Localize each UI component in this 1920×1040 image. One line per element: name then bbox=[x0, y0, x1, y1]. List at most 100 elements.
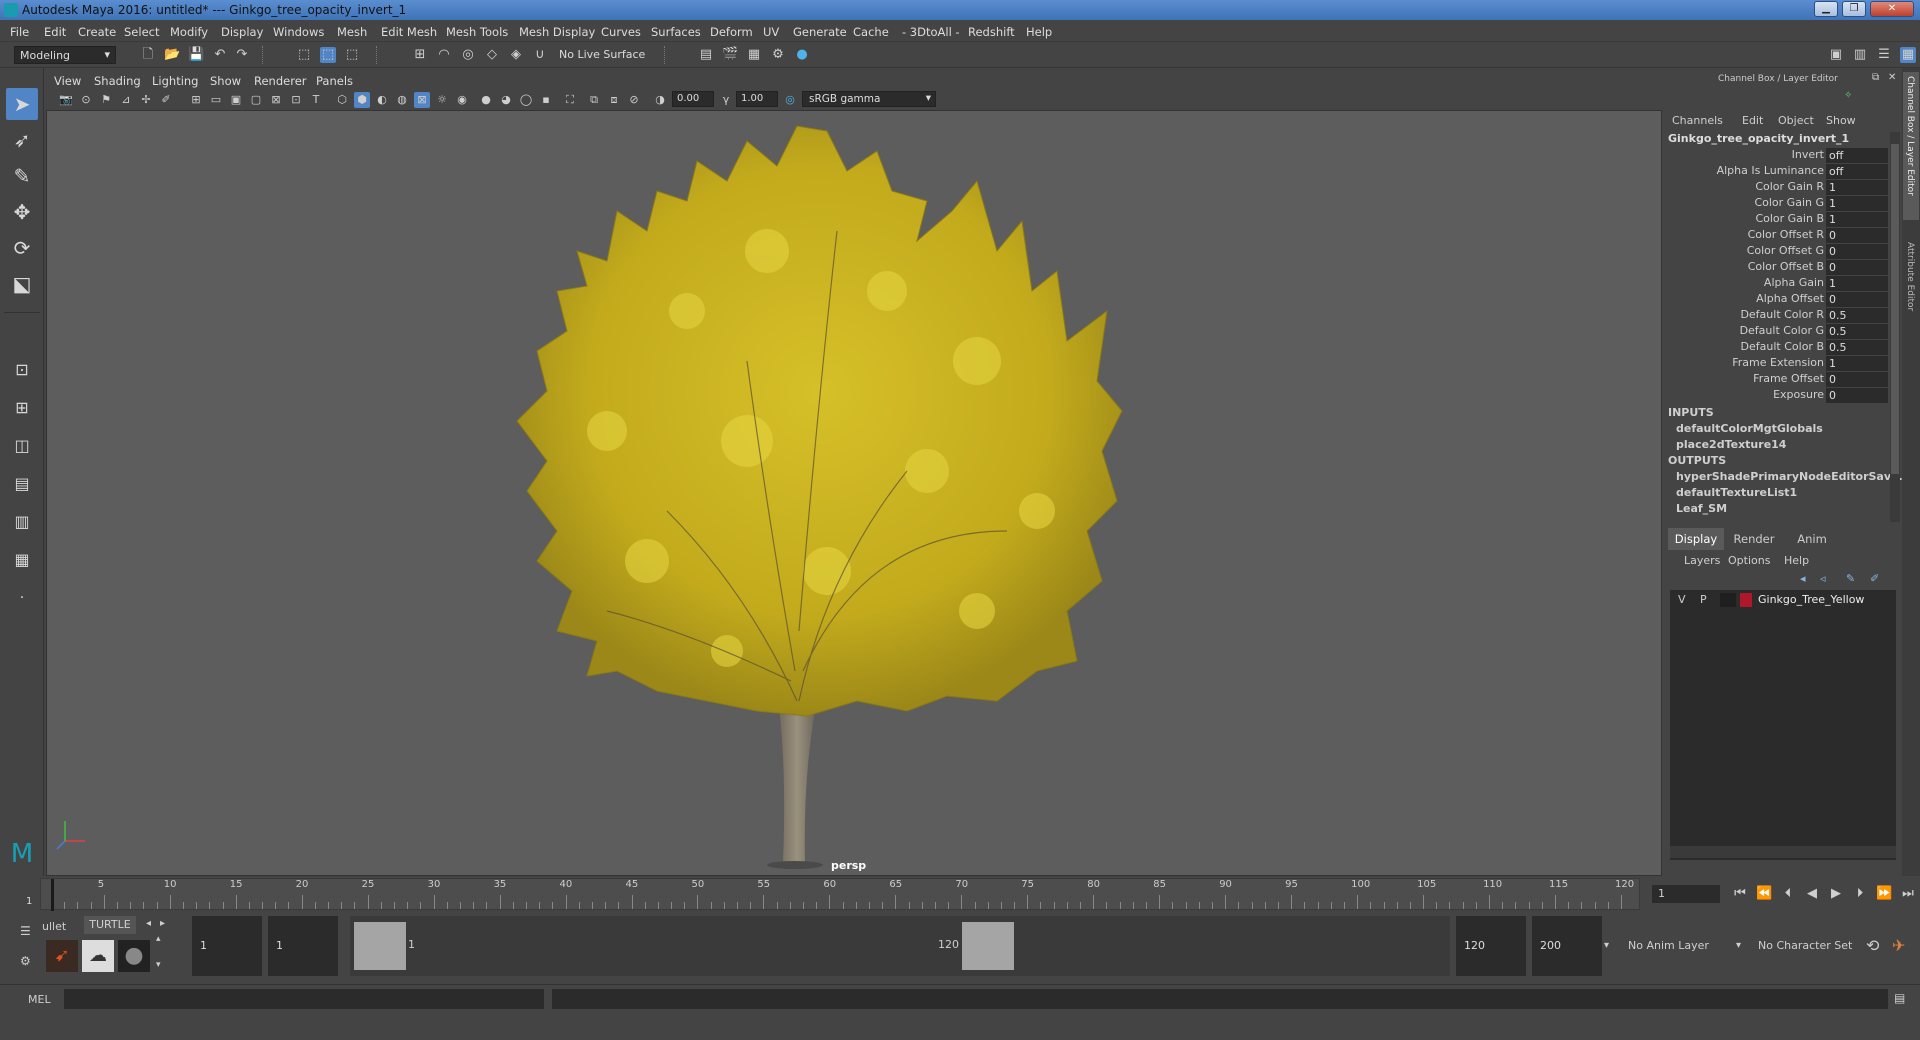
tab-render[interactable]: Render bbox=[1726, 528, 1782, 550]
shelf-scroll-down-icon[interactable]: ▾ bbox=[156, 960, 161, 970]
turtle-bake-icon[interactable]: ☁ bbox=[82, 940, 114, 972]
step-back-key-icon[interactable]: ⏪ bbox=[1756, 886, 1772, 902]
ipr-render-icon[interactable]: ▦ bbox=[746, 47, 762, 63]
menu-mesh-tools[interactable]: Mesh Tools bbox=[446, 25, 508, 39]
move-tool-icon[interactable]: ✥ bbox=[6, 196, 38, 228]
attribute-row[interactable]: Invert off bbox=[1668, 148, 1890, 163]
rotate-tool-icon[interactable]: ⟳ bbox=[6, 232, 38, 264]
maximize-button[interactable]: ❐ bbox=[1842, 1, 1866, 17]
lasso-tool-icon[interactable]: ➶ bbox=[6, 124, 38, 156]
hypershade-icon[interactable]: ● bbox=[794, 47, 810, 63]
gamma-field[interactable]: 1.00 bbox=[736, 91, 778, 107]
hypershade-layout-icon[interactable]: ▦ bbox=[6, 544, 38, 576]
camera-attributes-icon[interactable]: ⊙ bbox=[78, 92, 94, 108]
attribute-row[interactable]: Color Gain B1 bbox=[1668, 212, 1890, 227]
snap-curve-icon[interactable]: ◠ bbox=[436, 47, 452, 63]
single-perspective-layout-icon[interactable]: ⊡ bbox=[6, 354, 38, 386]
shelf-scroll-left-icon[interactable]: ◂ bbox=[146, 918, 151, 929]
shelf-tab-bullet[interactable]: ullet bbox=[42, 920, 66, 933]
layer-visibility-toggle[interactable]: V bbox=[1678, 593, 1686, 606]
persp-graph-layout-icon[interactable]: ▤ bbox=[6, 468, 38, 500]
scrollbar-thumb[interactable] bbox=[1891, 144, 1899, 474]
grid-icon[interactable]: ⊞ bbox=[188, 92, 204, 108]
menu-cache[interactable]: Cache bbox=[853, 25, 889, 39]
color-space-dropdown[interactable]: sRGB gamma ▾ bbox=[802, 91, 936, 107]
go-to-start-icon[interactable]: ⏮ bbox=[1732, 886, 1748, 902]
menu-create[interactable]: Create bbox=[78, 25, 116, 39]
undo-icon[interactable]: ↶ bbox=[212, 47, 228, 63]
turtle-sphere-icon[interactable]: ● bbox=[118, 940, 150, 972]
attribute-row[interactable]: Alpha Is Luminance off bbox=[1668, 164, 1890, 179]
textured-icon[interactable]: ⊠ bbox=[414, 92, 430, 108]
input-node[interactable]: defaultColorMgtGlobals bbox=[1676, 422, 1823, 435]
motion-blur-icon[interactable]: ◕ bbox=[498, 92, 514, 108]
menu-windows[interactable]: Windows bbox=[273, 25, 324, 39]
select-component-icon[interactable]: ⬚ bbox=[344, 47, 360, 63]
isolate-select-icon[interactable]: ⛶ bbox=[562, 92, 578, 108]
attribute-row[interactable]: Color Gain G1 bbox=[1668, 196, 1890, 211]
shelf-settings-icon[interactable]: ⚙ bbox=[20, 954, 31, 968]
select-object-icon[interactable]: ⬚ bbox=[320, 47, 336, 63]
turtle-render-icon[interactable]: ➹ bbox=[46, 940, 78, 972]
attribute-editor-side-tab[interactable]: Attribute Editor bbox=[1903, 238, 1919, 328]
snap-grid-icon[interactable]: ⊞ bbox=[412, 47, 428, 63]
exposure-field[interactable]: 0.00 bbox=[672, 91, 714, 107]
field-chart-icon[interactable]: ⊠ bbox=[268, 92, 284, 108]
layer-playback-toggle[interactable]: P bbox=[1700, 593, 1707, 606]
four-view-layout-icon[interactable]: ⊞ bbox=[6, 392, 38, 424]
magnet-icon[interactable]: ∪ bbox=[532, 47, 548, 63]
animation-end-field[interactable]: 200 bbox=[1532, 916, 1602, 976]
render-settings-icon[interactable]: ⚙ bbox=[770, 47, 786, 63]
menu-deform[interactable]: Deform bbox=[710, 25, 753, 39]
menu-mesh-display[interactable]: Mesh Display bbox=[519, 25, 595, 39]
attribute-row[interactable]: Default Color G 0.5 bbox=[1668, 324, 1890, 339]
color-management-icon[interactable]: ◎ bbox=[782, 92, 798, 108]
depth-of-field-icon[interactable]: ▪ bbox=[538, 92, 554, 108]
layer-name[interactable]: Ginkgo_Tree_Yellow bbox=[1758, 593, 1864, 606]
image-plane-icon[interactable]: ⊿ bbox=[118, 92, 134, 108]
xray-active-icon[interactable]: ⧈ bbox=[606, 92, 622, 108]
viewport-menu-view[interactable]: View bbox=[54, 74, 81, 88]
step-forward-key-icon[interactable]: ⏩ bbox=[1876, 886, 1892, 902]
playback-start-field[interactable]: 1 bbox=[268, 916, 338, 976]
film-gate-icon[interactable]: ▭ bbox=[208, 92, 224, 108]
attribute-row[interactable]: Color Offset R0 bbox=[1668, 228, 1890, 243]
gate-mask-icon[interactable]: ▢ bbox=[248, 92, 264, 108]
menu-file[interactable]: File bbox=[10, 25, 29, 39]
resolution-gate-icon[interactable]: ▣ bbox=[228, 92, 244, 108]
default-material-icon[interactable]: ◐ bbox=[374, 92, 390, 108]
backface-icon[interactable]: ⊘ bbox=[626, 92, 642, 108]
move-layer-down-icon[interactable]: ◃ bbox=[1820, 572, 1826, 585]
range-slider-track[interactable]: 1 120 bbox=[350, 916, 1450, 976]
tab-display[interactable]: Display bbox=[1668, 528, 1724, 550]
channel-box-scrollbar[interactable] bbox=[1890, 132, 1900, 522]
output-node[interactable]: defaultTextureList1 bbox=[1676, 486, 1797, 499]
tool-settings-toggle-icon[interactable]: ☰ bbox=[1876, 47, 1892, 63]
anim-preferences-icon[interactable]: ✈ bbox=[1892, 936, 1905, 955]
channels-menu-edit[interactable]: Edit bbox=[1742, 114, 1763, 127]
viewport-menu-panels[interactable]: Panels bbox=[316, 74, 353, 88]
playback-end-field[interactable]: 120 bbox=[1456, 916, 1526, 976]
attribute-row[interactable]: Color Offset B0 bbox=[1668, 260, 1890, 275]
float-panel-icon[interactable]: ⧉ bbox=[1872, 72, 1879, 83]
viewport-menu-shading[interactable]: Shading bbox=[94, 74, 141, 88]
viewport-menu-lighting[interactable]: Lighting bbox=[152, 74, 198, 88]
safe-title-icon[interactable]: T bbox=[308, 92, 324, 108]
output-node[interactable]: Leaf_SM bbox=[1676, 502, 1727, 515]
xray-icon[interactable]: ◍ bbox=[394, 92, 410, 108]
output-node[interactable]: hyperShadePrimaryNodeEditorSave... bbox=[1676, 470, 1911, 483]
menu-surfaces[interactable]: Surfaces bbox=[651, 25, 701, 39]
snap-point-icon[interactable]: ◎ bbox=[460, 47, 476, 63]
new-layer-from-selected-icon[interactable]: ✐ bbox=[1870, 572, 1879, 585]
modeling-toolkit-icon[interactable]: ▣ bbox=[1828, 47, 1844, 63]
open-scene-icon[interactable]: 📂 bbox=[164, 47, 180, 63]
range-end-handle[interactable] bbox=[962, 922, 1014, 970]
menu-generate[interactable]: Generate bbox=[793, 25, 847, 39]
key-icon[interactable]: ✧ bbox=[1844, 90, 1852, 101]
minimize-button[interactable]: ▁ bbox=[1814, 1, 1838, 17]
chevron-down-icon[interactable]: ▾ bbox=[1736, 940, 1741, 951]
channels-menu-channels[interactable]: Channels bbox=[1672, 114, 1723, 127]
layers-menu-layers[interactable]: Layers bbox=[1684, 554, 1720, 567]
channels-menu-show[interactable]: Show bbox=[1826, 114, 1856, 127]
use-all-lights-icon[interactable]: ☼ bbox=[434, 92, 450, 108]
